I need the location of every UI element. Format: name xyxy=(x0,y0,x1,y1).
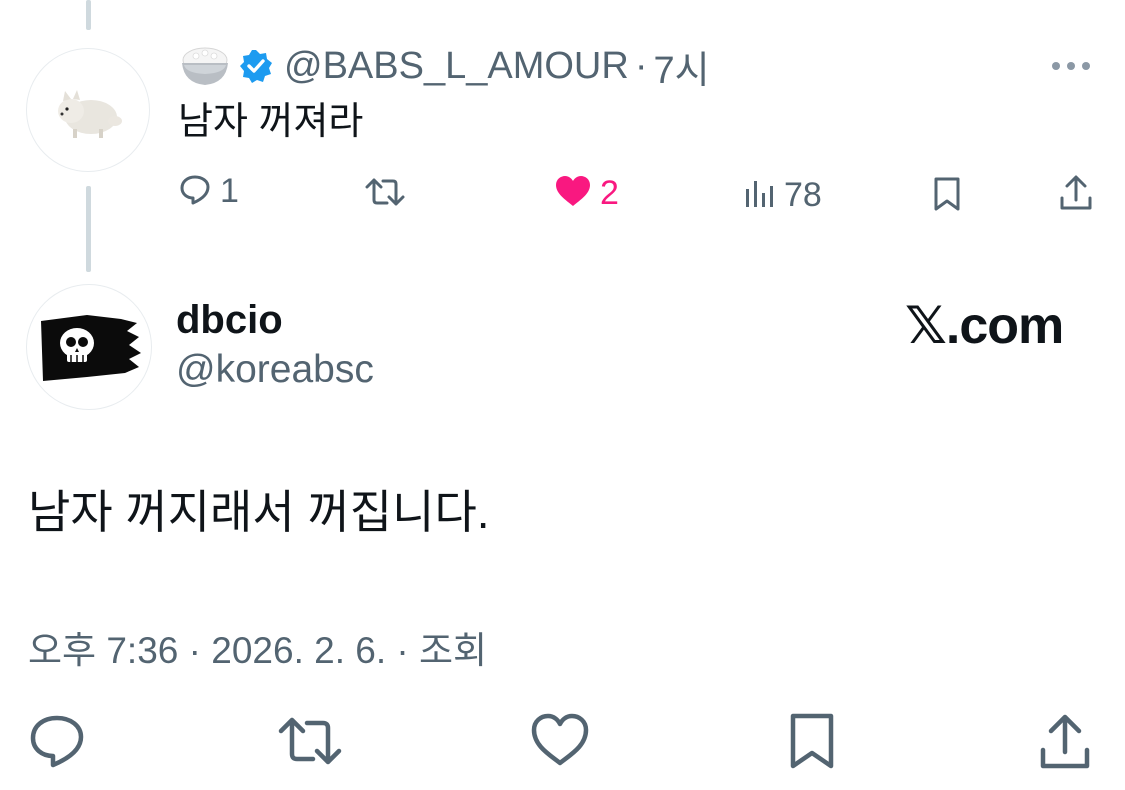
bottom-retweet-button[interactable] xyxy=(276,712,344,775)
reply-icon xyxy=(178,172,212,211)
reply-text: 남자 꺼져라 xyxy=(178,101,364,143)
retweet-icon xyxy=(364,174,406,215)
bottom-reply-button[interactable] xyxy=(28,712,86,775)
bottom-bookmark-button[interactable] xyxy=(788,712,836,775)
reply-action-retweet[interactable] xyxy=(364,174,406,215)
reply-icon xyxy=(28,715,86,774)
retweet-icon xyxy=(276,717,344,774)
heart-filled-icon xyxy=(554,174,592,213)
reply-action-views[interactable]: 78 xyxy=(744,176,822,215)
thread-line-bottom xyxy=(86,186,91,272)
pirate-flag-avatar-image xyxy=(41,315,141,381)
user-avatar[interactable] xyxy=(26,284,152,410)
bookmark-icon xyxy=(932,176,962,217)
reply-action-reply[interactable]: 1 xyxy=(178,172,239,211)
display-name[interactable]: dbcio xyxy=(176,298,283,343)
tweet-meta: 오후 7:36 · 2026. 2. 6. · 조회 xyxy=(28,630,488,671)
tweet-text: 남자 꺼지래서 꺼집니다. xyxy=(28,486,490,538)
thread-line-top xyxy=(86,0,91,30)
bottom-share-button[interactable] xyxy=(1038,712,1092,777)
verified-badge-icon xyxy=(238,48,274,84)
reply-action-like[interactable]: 2 xyxy=(554,174,619,213)
user-handle[interactable]: @koreabsc xyxy=(176,348,374,392)
reply-avatar[interactable] xyxy=(26,48,150,172)
bottom-like-button[interactable] xyxy=(530,712,590,773)
reply-action-bookmark[interactable] xyxy=(932,176,962,217)
share-icon xyxy=(1058,174,1094,217)
separator-dot: · xyxy=(634,44,648,87)
share-icon xyxy=(1038,714,1092,776)
heart-outline-icon xyxy=(530,713,590,772)
rice-bowl-icon xyxy=(178,43,232,89)
views-icon xyxy=(744,177,776,214)
view-count: 78 xyxy=(784,176,822,214)
reply-time[interactable]: 7시 xyxy=(653,39,709,94)
reply-action-share[interactable] xyxy=(1058,174,1094,217)
reply-count: 1 xyxy=(220,172,239,210)
x-logo-brand: 𝕏.com xyxy=(905,297,1064,355)
bookmark-icon xyxy=(788,713,836,774)
fox-avatar-image xyxy=(58,90,122,138)
reply-username[interactable]: @BABS_L_AMOUR xyxy=(284,45,629,88)
more-icon[interactable] xyxy=(1048,56,1094,76)
like-count: 2 xyxy=(600,174,619,212)
reply-header: @BABS_L_AMOUR · 7시 xyxy=(178,40,710,92)
